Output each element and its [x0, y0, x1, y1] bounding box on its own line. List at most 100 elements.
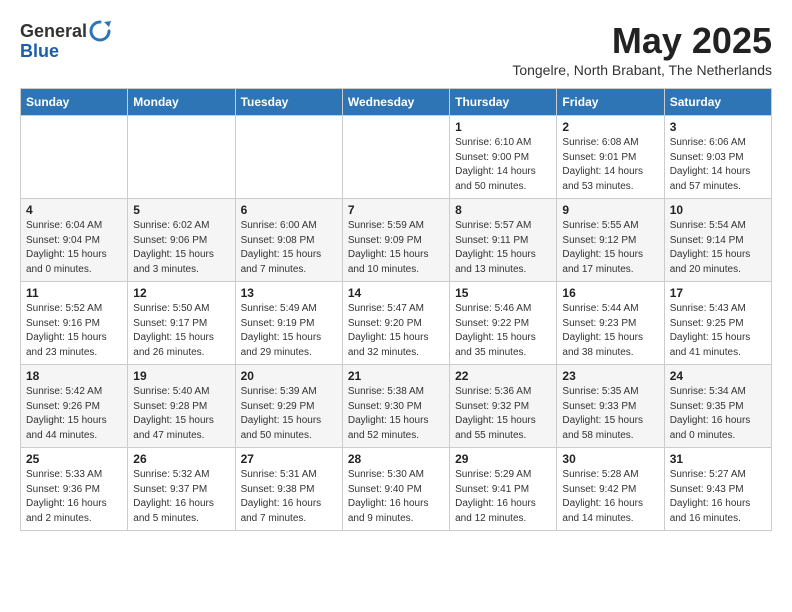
- day-info: Sunrise: 6:02 AMSunset: 9:06 PMDaylight:…: [133, 219, 229, 277]
- calendar-cell: 7 Sunrise: 5:59 AMSunset: 9:09 PMDaylight…: [342, 199, 449, 282]
- day-number: 2: [562, 120, 658, 134]
- day-number: 30: [562, 452, 658, 466]
- day-number: 17: [670, 286, 766, 300]
- day-info: Sunrise: 6:04 AMSunset: 9:04 PMDaylight:…: [26, 219, 122, 277]
- calendar-cell: 20 Sunrise: 5:39 AMSunset: 9:29 PMDayligh…: [235, 365, 342, 448]
- day-number: 3: [670, 120, 766, 134]
- day-info: Sunrise: 5:54 AMSunset: 9:14 PMDaylight:…: [670, 219, 766, 277]
- day-number: 31: [670, 452, 766, 466]
- calendar-cell: 18 Sunrise: 5:42 AMSunset: 9:26 PMDayligh…: [21, 365, 128, 448]
- column-header-wednesday: Wednesday: [342, 89, 449, 116]
- calendar-cell: 29 Sunrise: 5:29 AMSunset: 9:41 PMDayligh…: [450, 448, 557, 531]
- calendar-cell: 1 Sunrise: 6:10 AMSunset: 9:00 PMDaylight…: [450, 116, 557, 199]
- day-number: 23: [562, 369, 658, 383]
- day-info: Sunrise: 5:47 AMSunset: 9:20 PMDaylight:…: [348, 302, 444, 360]
- column-header-sunday: Sunday: [21, 89, 128, 116]
- day-info: Sunrise: 5:38 AMSunset: 9:30 PMDaylight:…: [348, 385, 444, 443]
- day-number: 12: [133, 286, 229, 300]
- calendar-cell: 19Sunrise: 5:40 AMSunset: 9:28 PMDayligh…: [128, 365, 235, 448]
- day-number: 16: [562, 286, 658, 300]
- day-number: 4: [26, 203, 122, 217]
- day-number: 9: [562, 203, 658, 217]
- day-info: Sunrise: 5:52 AMSunset: 9:16 PMDaylight:…: [26, 302, 122, 360]
- calendar-cell: 9 Sunrise: 5:55 AMSunset: 9:12 PMDaylight…: [557, 199, 664, 282]
- day-info: Sunrise: 6:06 AMSunset: 9:03 PMDaylight:…: [670, 136, 766, 194]
- day-info: Sunrise: 5:43 AMSunset: 9:25 PMDaylight:…: [670, 302, 766, 360]
- calendar-cell: 26 Sunrise: 5:32 AMSunset: 9:37 PMDayligh…: [128, 448, 235, 531]
- calendar-cell: 2 Sunrise: 6:08 AMSunset: 9:01 PMDaylight…: [557, 116, 664, 199]
- calendar-cell: 15 Sunrise: 5:46 AMSunset: 9:22 PMDayligh…: [450, 282, 557, 365]
- column-header-monday: Monday: [128, 89, 235, 116]
- day-info: Sunrise: 5:29 AMSunset: 9:41 PMDaylight:…: [455, 468, 551, 526]
- day-info: Sunrise: 5:27 AMSunset: 9:43 PMDaylight:…: [670, 468, 766, 526]
- day-number: 24: [670, 369, 766, 383]
- day-number: 28: [348, 452, 444, 466]
- day-info: Sunrise: 5:44 AMSunset: 9:23 PMDaylight:…: [562, 302, 658, 360]
- calendar-cell: 31 Sunrise: 5:27 AMSunset: 9:43 PMDayligh…: [664, 448, 771, 531]
- logo: General Blue: [20, 20, 111, 62]
- calendar-cell: 11Sunrise: 5:52 AMSunset: 9:16 PMDayligh…: [21, 282, 128, 365]
- day-info: Sunrise: 5:28 AMSunset: 9:42 PMDaylight:…: [562, 468, 658, 526]
- day-info: Sunrise: 5:34 AMSunset: 9:35 PMDaylight:…: [670, 385, 766, 443]
- day-number: 13: [241, 286, 337, 300]
- day-number: 10: [670, 203, 766, 217]
- day-info: Sunrise: 5:55 AMSunset: 9:12 PMDaylight:…: [562, 219, 658, 277]
- calendar-cell: 16 Sunrise: 5:44 AMSunset: 9:23 PMDayligh…: [557, 282, 664, 365]
- day-info: Sunrise: 6:00 AMSunset: 9:08 PMDaylight:…: [241, 219, 337, 277]
- week-row: 11Sunrise: 5:52 AMSunset: 9:16 PMDayligh…: [21, 282, 772, 365]
- calendar-cell: 25Sunrise: 5:33 AMSunset: 9:36 PMDayligh…: [21, 448, 128, 531]
- day-info: Sunrise: 5:30 AMSunset: 9:40 PMDaylight:…: [348, 468, 444, 526]
- day-number: 7: [348, 203, 444, 217]
- column-header-friday: Friday: [557, 89, 664, 116]
- day-number: 15: [455, 286, 551, 300]
- day-info: Sunrise: 5:46 AMSunset: 9:22 PMDaylight:…: [455, 302, 551, 360]
- day-number: 29: [455, 452, 551, 466]
- day-info: Sunrise: 5:42 AMSunset: 9:26 PMDaylight:…: [26, 385, 122, 443]
- day-info: Sunrise: 5:39 AMSunset: 9:29 PMDaylight:…: [241, 385, 337, 443]
- day-number: 8: [455, 203, 551, 217]
- day-info: Sunrise: 5:59 AMSunset: 9:09 PMDaylight:…: [348, 219, 444, 277]
- calendar-table: SundayMondayTuesdayWednesdayThursdayFrid…: [20, 88, 772, 531]
- logo-blue: Blue: [20, 41, 59, 61]
- day-number: 5: [133, 203, 229, 217]
- logo-general: General: [20, 22, 87, 40]
- day-info: Sunrise: 6:10 AMSunset: 9:00 PMDaylight:…: [455, 136, 551, 194]
- calendar-cell: [21, 116, 128, 199]
- calendar-cell: 10 Sunrise: 5:54 AMSunset: 9:14 PMDayligh…: [664, 199, 771, 282]
- day-number: 20: [241, 369, 337, 383]
- page-header: General Blue May 2025 Tongelre, North Br…: [20, 20, 772, 78]
- day-number: 6: [241, 203, 337, 217]
- week-row: 4 Sunrise: 6:04 AMSunset: 9:04 PMDaylight…: [21, 199, 772, 282]
- day-number: 21: [348, 369, 444, 383]
- day-info: Sunrise: 5:50 AMSunset: 9:17 PMDaylight:…: [133, 302, 229, 360]
- calendar-cell: 4 Sunrise: 6:04 AMSunset: 9:04 PMDaylight…: [21, 199, 128, 282]
- day-number: 26: [133, 452, 229, 466]
- column-header-thursday: Thursday: [450, 89, 557, 116]
- calendar-cell: 12 Sunrise: 5:50 AMSunset: 9:17 PMDayligh…: [128, 282, 235, 365]
- calendar-cell: 24 Sunrise: 5:34 AMSunset: 9:35 PMDayligh…: [664, 365, 771, 448]
- day-info: Sunrise: 5:57 AMSunset: 9:11 PMDaylight:…: [455, 219, 551, 277]
- day-info: Sunrise: 5:36 AMSunset: 9:32 PMDaylight:…: [455, 385, 551, 443]
- day-number: 18: [26, 369, 122, 383]
- week-row: 18 Sunrise: 5:42 AMSunset: 9:26 PMDayligh…: [21, 365, 772, 448]
- calendar-cell: 17 Sunrise: 5:43 AMSunset: 9:25 PMDayligh…: [664, 282, 771, 365]
- title-block: May 2025 Tongelre, North Brabant, The Ne…: [512, 20, 772, 78]
- calendar-cell: 27Sunrise: 5:31 AMSunset: 9:38 PMDayligh…: [235, 448, 342, 531]
- day-info: Sunrise: 5:31 AMSunset: 9:38 PMDaylight:…: [241, 468, 337, 526]
- calendar-cell: 13Sunrise: 5:49 AMSunset: 9:19 PMDayligh…: [235, 282, 342, 365]
- calendar-cell: 6 Sunrise: 6:00 AMSunset: 9:08 PMDaylight…: [235, 199, 342, 282]
- day-info: Sunrise: 5:32 AMSunset: 9:37 PMDaylight:…: [133, 468, 229, 526]
- calendar-cell: 3 Sunrise: 6:06 AMSunset: 9:03 PMDaylight…: [664, 116, 771, 199]
- day-info: Sunrise: 6:08 AMSunset: 9:01 PMDaylight:…: [562, 136, 658, 194]
- calendar-cell: 8 Sunrise: 5:57 AMSunset: 9:11 PMDaylight…: [450, 199, 557, 282]
- calendar-cell: 22Sunrise: 5:36 AMSunset: 9:32 PMDayligh…: [450, 365, 557, 448]
- week-row: 25Sunrise: 5:33 AMSunset: 9:36 PMDayligh…: [21, 448, 772, 531]
- calendar-cell: 21 Sunrise: 5:38 AMSunset: 9:30 PMDayligh…: [342, 365, 449, 448]
- calendar-cell: [342, 116, 449, 199]
- week-row: 1 Sunrise: 6:10 AMSunset: 9:00 PMDaylight…: [21, 116, 772, 199]
- calendar-cell: 28 Sunrise: 5:30 AMSunset: 9:40 PMDayligh…: [342, 448, 449, 531]
- header-row: SundayMondayTuesdayWednesdayThursdayFrid…: [21, 89, 772, 116]
- calendar-cell: 14Sunrise: 5:47 AMSunset: 9:20 PMDayligh…: [342, 282, 449, 365]
- logo-icon: [89, 20, 111, 42]
- day-number: 1: [455, 120, 551, 134]
